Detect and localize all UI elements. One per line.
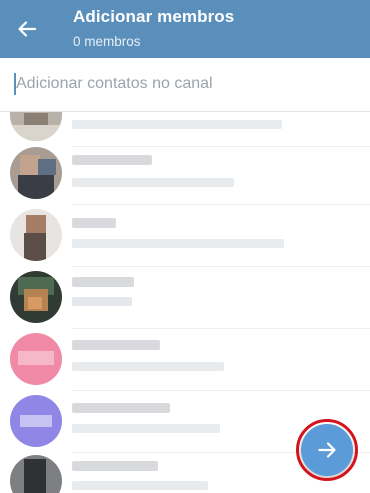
contact-status-blurred [72,239,284,248]
contact-row[interactable] [0,205,370,267]
contact-row[interactable] [0,112,370,147]
contact-name-blurred [72,277,134,287]
contact-name-blurred [72,340,160,350]
app-bar: Adicionar membros 0 membros [0,0,370,58]
contact-status-blurred [72,424,220,433]
avatar [10,395,62,447]
contact-status-blurred [72,362,224,371]
avatar [10,455,62,493]
avatar [10,333,62,385]
avatar [10,147,62,199]
contact-status-blurred [72,120,282,129]
contact-status-blurred [72,178,234,187]
contact-name-blurred [72,218,116,228]
contact-name-blurred [72,403,170,413]
back-button[interactable] [8,11,46,47]
search-input[interactable] [16,68,356,100]
contact-name-blurred [72,461,158,471]
avatar [10,271,62,323]
page-title: Adicionar membros [73,7,235,26]
contact-row[interactable] [0,143,370,205]
contact-status-blurred [72,481,208,490]
contact-name-blurred [72,155,152,165]
avatar [10,112,62,141]
avatar [10,209,62,261]
arrow-left-icon [18,21,37,37]
contact-status-blurred [72,297,132,306]
contact-row[interactable] [0,267,370,329]
next-button[interactable] [301,424,353,476]
arrow-right-icon [318,442,336,458]
member-count: 0 membros [73,34,141,49]
contact-row[interactable] [0,329,370,391]
